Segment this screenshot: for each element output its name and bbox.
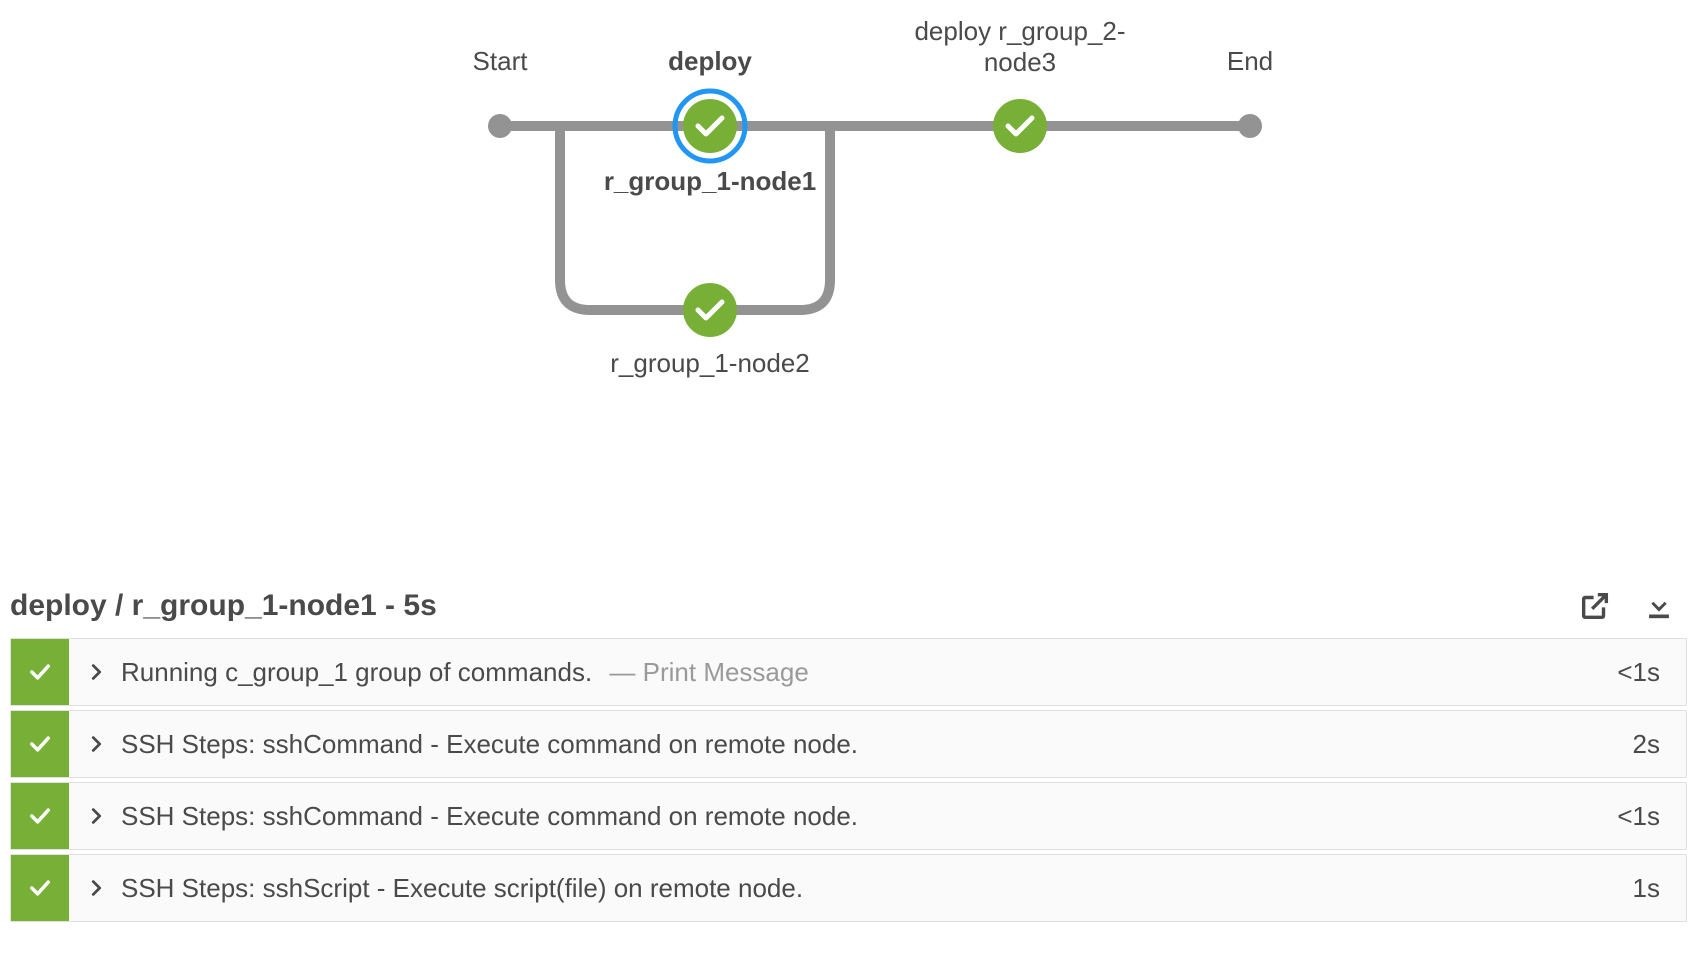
step-text: Running c_group_1 group of commands. — P… (121, 657, 1603, 688)
graph-end-label: End (1227, 46, 1273, 77)
header-actions (1577, 588, 1677, 624)
chevron-right-icon (85, 877, 107, 899)
step-status-success (11, 639, 69, 705)
graph-stage-rgroup2-label[interactable]: deploy r_group_2-node3 (890, 16, 1150, 78)
step-row[interactable]: Running c_group_1 group of commands. — P… (10, 638, 1687, 706)
step-status-success (11, 711, 69, 777)
step-status-success (11, 783, 69, 849)
pipeline-graph: Start deploy r_group_1-node1 deploy r_gr… (0, 0, 1697, 400)
chevron-right-icon (85, 805, 107, 827)
check-icon (26, 802, 54, 830)
step-row[interactable]: SSH Steps: sshCommand - Execute command … (10, 782, 1687, 850)
step-duration: 2s (1633, 729, 1670, 760)
check-icon (26, 658, 54, 686)
graph-start-label: Start (473, 46, 528, 77)
chevron-right-icon (85, 661, 107, 683)
step-text: SSH Steps: sshScript - Execute script(fi… (121, 873, 1619, 904)
step-row[interactable]: SSH Steps: sshScript - Execute script(fi… (10, 854, 1687, 922)
step-status-success (11, 855, 69, 921)
check-icon (26, 730, 54, 758)
step-duration: <1s (1617, 657, 1670, 688)
step-text: SSH Steps: sshCommand - Execute command … (121, 801, 1603, 832)
pipeline-svg (0, 0, 1697, 400)
section-header: deploy / r_group_1-node1 - 5s (0, 580, 1697, 638)
graph-stage-deploy-sublabel: r_group_1-node1 (604, 166, 816, 197)
step-duration: 1s (1633, 873, 1670, 904)
chevron-right-icon (85, 733, 107, 755)
step-list: Running c_group_1 group of commands. — P… (0, 638, 1697, 922)
download-icon[interactable] (1641, 588, 1677, 624)
step-text: SSH Steps: sshCommand - Execute command … (121, 729, 1619, 760)
step-suffix: — Print Message (602, 657, 809, 687)
step-row[interactable]: SSH Steps: sshCommand - Execute command … (10, 710, 1687, 778)
graph-parallel-branch-label[interactable]: r_group_1-node2 (610, 348, 810, 379)
check-icon (26, 874, 54, 902)
section-title: deploy / r_group_1-node1 - 5s (10, 589, 437, 623)
graph-stage-deploy-label[interactable]: deploy (668, 46, 752, 77)
open-external-icon[interactable] (1577, 588, 1613, 624)
step-duration: <1s (1617, 801, 1670, 832)
